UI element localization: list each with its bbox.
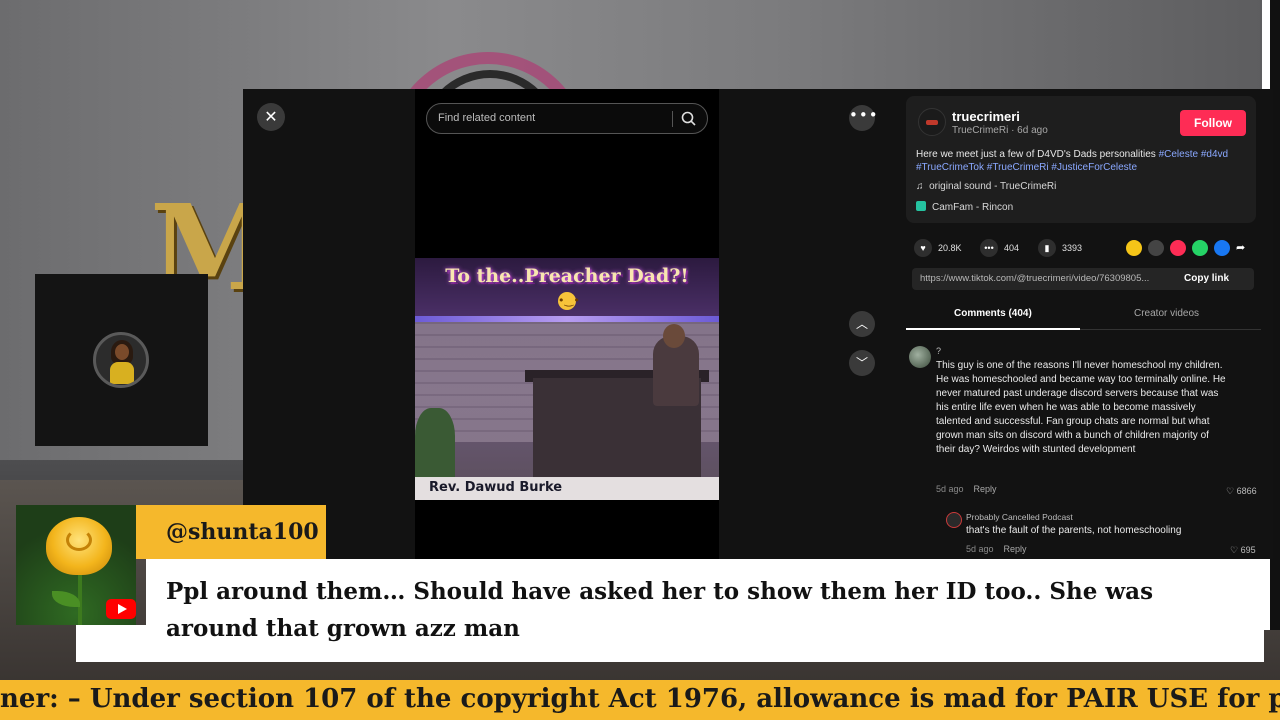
panel-tabs: Comments (404) Creator videos <box>906 302 1261 330</box>
more-options-icon[interactable]: ••• <box>849 105 878 131</box>
comment-count: 404 <box>1004 243 1020 253</box>
video-frame: To the..Preacher Dad?! •‿• Rev. Dawud Bu… <box>415 258 719 500</box>
search-divider <box>672 111 673 127</box>
details-panel: truecrimeri TrueCrimeRi · 6d ago Follow … <box>906 96 1261 559</box>
description-text: Here we meet just a few of D4VD's Dads p… <box>916 149 1159 160</box>
search-placeholder: Find related content <box>438 112 536 124</box>
embed-icon[interactable] <box>1148 240 1164 256</box>
commenter-avatar[interactable] <box>909 346 931 368</box>
author-handle: TrueCrimeRi · 6d ago <box>952 125 1048 136</box>
comment-reply-button[interactable]: Reply <box>974 484 997 494</box>
webcam-box <box>35 274 208 446</box>
author-card: truecrimeri TrueCrimeRi · 6d ago Follow … <box>906 96 1256 223</box>
comment-like-count[interactable]: ♡ 6866 <box>1226 486 1257 497</box>
chevron-down-icon[interactable]: ﹀ <box>849 350 875 376</box>
copy-link-button[interactable]: Copy link <box>1184 273 1229 284</box>
comment-age: 5d ago <box>936 484 964 494</box>
save-count: 3393 <box>1062 243 1083 253</box>
tab-comments[interactable]: Comments (404) <box>954 308 1032 319</box>
sound-link[interactable]: ♫ original sound - TrueCrimeRi <box>916 181 1056 192</box>
video-caption: Rev. Dawud Burke <box>429 480 563 495</box>
reply-text: that's the fault of the parents, not hom… <box>966 525 1182 536</box>
like-count: 20.8K <box>938 243 962 253</box>
chat-message-box: Ppl around them… Should have asked her t… <box>146 559 1264 662</box>
place-label: CamFam - Rincon <box>932 202 1014 213</box>
location-icon <box>916 201 926 211</box>
ticker-text: ner: – Under section 107 of the copyrigh… <box>0 684 1280 714</box>
hashtag[interactable]: #d4vd <box>1201 149 1228 160</box>
chat-message: Ppl around them… Should have asked her t… <box>166 578 1154 642</box>
chat-username: @shunta100 <box>166 519 319 545</box>
hashtag[interactable]: #Celeste <box>1159 149 1198 160</box>
author-username[interactable]: truecrimeri <box>952 109 1020 124</box>
link-box: https://www.tiktok.com/@truecrimeri/vide… <box>912 268 1254 290</box>
send-to-friends-icon[interactable] <box>1170 240 1186 256</box>
tab-creator-videos[interactable]: Creator videos <box>1134 308 1199 319</box>
host-avatar <box>93 332 149 388</box>
video-title-overlay: To the..Preacher Dad?! <box>445 265 689 287</box>
music-note-icon: ♫ <box>916 181 924 192</box>
place-tag[interactable]: CamFam - Rincon <box>916 201 1019 216</box>
share-repost-icon[interactable] <box>1126 240 1142 256</box>
hashtag[interactable]: #JusticeForCeleste <box>1051 162 1137 173</box>
active-tab-indicator <box>906 328 1080 330</box>
heart-icon[interactable]: ♥ <box>914 239 932 257</box>
video-url[interactable]: https://www.tiktok.com/@truecrimeri/vide… <box>920 273 1178 284</box>
video-description: Here we meet just a few of D4VD's Dads p… <box>916 148 1252 174</box>
reply-avatar[interactable] <box>946 512 962 528</box>
whatsapp-icon[interactable] <box>1192 240 1208 256</box>
comment-icon[interactable]: ••• <box>980 239 998 257</box>
close-icon[interactable]: ✕ <box>257 103 285 131</box>
reply-meta: 5d ago Reply <box>966 544 1027 554</box>
hashtag[interactable]: #TrueCrimeTok <box>916 162 984 173</box>
search-icon[interactable] <box>680 110 698 128</box>
video-caption-bar: Rev. Dawud Burke <box>415 477 719 500</box>
reply-like-count[interactable]: ♡ 695 <box>1230 545 1256 556</box>
chat-username-box: @shunta100 <box>136 505 326 559</box>
sound-label: original sound - TrueCrimeRi <box>929 181 1057 192</box>
reply-author[interactable]: Probably Cancelled Podcast <box>966 512 1073 522</box>
tiktok-window: ✕ Find related content To the..Preacher … <box>243 89 1273 559</box>
chat-box-left-fill <box>76 625 146 662</box>
youtube-icon <box>106 599 136 619</box>
comment-text: This guy is one of the reasons I'll neve… <box>936 360 1226 455</box>
follow-button[interactable]: Follow <box>1180 110 1246 136</box>
author-avatar[interactable] <box>918 108 946 136</box>
bookmark-icon[interactable]: ▮ <box>1038 239 1056 257</box>
chevron-up-icon[interactable]: ︿ <box>849 311 875 337</box>
search-input[interactable]: Find related content <box>426 103 708 134</box>
flushed-emoji-icon: •‿• <box>558 292 580 310</box>
share-arrow-icon[interactable]: ➦ <box>1236 240 1252 256</box>
video-player[interactable]: Find related content To the..Preacher Da… <box>415 89 719 559</box>
reply-age: 5d ago <box>966 544 994 554</box>
comment-meta: 5d ago Reply <box>936 484 997 494</box>
hashtag[interactable]: #TrueCrimeRi <box>987 162 1049 173</box>
stats-row: ♥ 20.8K ••• 404 ▮ 3393 ➦ <box>914 238 1254 260</box>
disclaimer-ticker: ner: – Under section 107 of the copyrigh… <box>0 680 1280 720</box>
chat-user-avatar <box>16 505 136 625</box>
facebook-icon[interactable] <box>1214 240 1230 256</box>
commenter-name[interactable]: ? <box>936 346 941 356</box>
reply-reply-button[interactable]: Reply <box>1004 544 1027 554</box>
